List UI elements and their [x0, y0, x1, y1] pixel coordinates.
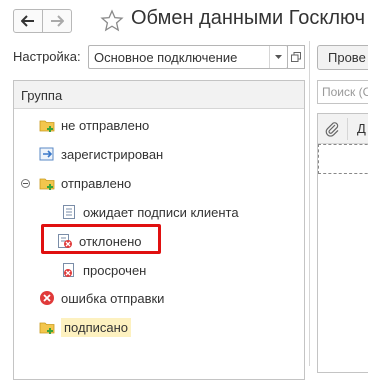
tree-item-label: отправлено	[61, 175, 132, 191]
documents-table-header: Д	[318, 114, 368, 144]
expired-document-icon	[63, 263, 74, 277]
date-column-header[interactable]: Д	[357, 121, 366, 136]
collapse-toggle-icon[interactable]	[21, 179, 30, 188]
open-settings-button[interactable]	[287, 45, 305, 69]
favorite-star-icon[interactable]	[100, 9, 124, 33]
tree-item-sent[interactable]: отправлено	[39, 170, 131, 196]
tree-item-label: ожидает подписи клиента	[83, 204, 239, 220]
document-icon	[63, 205, 75, 219]
documents-table: Д	[317, 113, 368, 373]
open-window-icon	[291, 52, 301, 62]
panel-divider[interactable]	[309, 41, 310, 366]
back-button[interactable]	[13, 9, 43, 33]
tree-item-label: ошибка отправки	[61, 290, 165, 306]
tree-item-rejected[interactable]: отклонено	[57, 228, 142, 254]
tree-item-label: подписано	[61, 317, 132, 337]
arrow-right-icon	[51, 15, 64, 27]
table-row[interactable]	[318, 144, 368, 174]
registered-arrow-icon	[39, 147, 54, 161]
settings-select[interactable]: Основное подключение	[88, 45, 288, 69]
arrow-left-icon	[21, 15, 34, 27]
settings-select-value: Основное подключение	[94, 50, 238, 65]
forward-button[interactable]	[42, 9, 72, 33]
tree-item-signed[interactable]: подписано	[39, 314, 132, 340]
tree-item-send-error[interactable]: ошибка отправки	[39, 285, 164, 311]
rejected-document-icon	[58, 234, 72, 248]
check-button[interactable]: Прове	[317, 45, 368, 70]
tree-item-label: отклонено	[79, 233, 142, 249]
tree-item-label: просрочен	[83, 262, 147, 278]
tree-item-not-sent[interactable]: не отправлено	[39, 112, 149, 138]
page-title: Обмен данными Госключ	[131, 7, 366, 29]
tree-item-label: зарегистрирован	[61, 146, 164, 162]
search-input[interactable]: Поиск (С	[317, 80, 368, 104]
tree-item-awaiting-signature[interactable]: ожидает подписи клиента	[61, 199, 239, 225]
tree-item-registered[interactable]: зарегистрирован	[39, 141, 163, 167]
folder-plus-icon	[39, 178, 55, 190]
dropdown-arrow-icon[interactable]	[269, 46, 287, 68]
tree-item-label: не отправлено	[61, 117, 150, 133]
settings-label: Настройка:	[13, 49, 81, 64]
folder-plus-icon	[39, 322, 55, 334]
tree-column-header[interactable]: Группа	[14, 81, 304, 109]
tree-item-expired[interactable]: просрочен	[61, 257, 146, 283]
folder-plus-icon	[39, 120, 55, 132]
error-circle-icon	[40, 291, 54, 305]
column-separator[interactable]	[347, 118, 348, 140]
paperclip-icon	[325, 122, 339, 137]
